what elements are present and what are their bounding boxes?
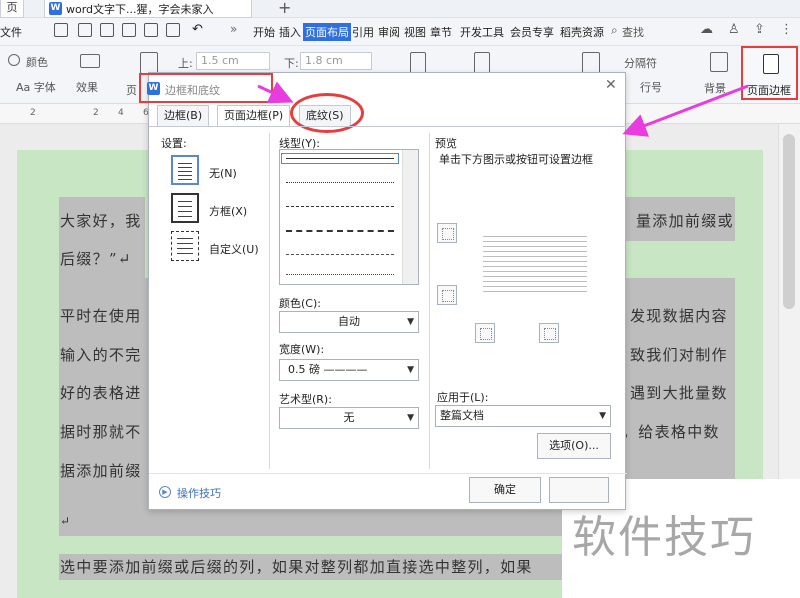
annotation-arrows [257, 81, 749, 137]
arrow-to-page-border [622, 84, 749, 137]
arrow-to-shading-tab [257, 81, 294, 104]
